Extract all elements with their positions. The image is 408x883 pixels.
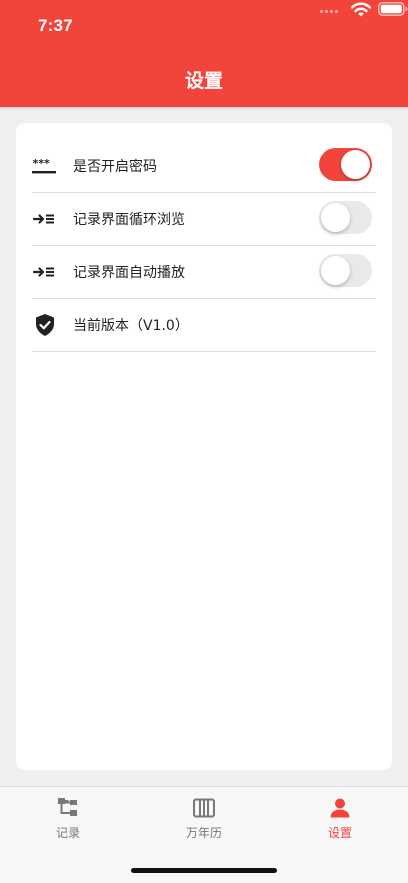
setting-label-version: 当前版本（V1.0） bbox=[73, 318, 189, 334]
setting-row-password: *** 是否开启密码 bbox=[32, 139, 376, 193]
setting-row-version[interactable]: 当前版本（V1.0） bbox=[32, 298, 376, 352]
shield-check-icon bbox=[36, 314, 54, 336]
person-icon bbox=[330, 798, 350, 818]
tab-calendar[interactable]: 万年历 bbox=[136, 787, 272, 847]
setting-label-loop-browse: 记录界面循环浏览 bbox=[73, 212, 185, 228]
calendar-columns-icon bbox=[193, 798, 215, 818]
app-screen: 7:37 设置 *** 是否开启密码 记录界面循环浏览 记录界面自动播放 当前版… bbox=[0, 0, 408, 883]
wifi-icon bbox=[351, 2, 371, 17]
autoplay-toggle[interactable] bbox=[319, 254, 372, 287]
status-time: 7:37 bbox=[38, 16, 73, 35]
setting-label-password: 是否开启密码 bbox=[73, 159, 157, 175]
tab-label: 记录 bbox=[55, 826, 80, 840]
setting-label-autoplay: 记录界面自动播放 bbox=[73, 265, 185, 281]
toggle-knob bbox=[321, 203, 350, 232]
indent-list-icon bbox=[32, 214, 54, 224]
header-bar: 7:37 设置 bbox=[0, 0, 408, 107]
signal-icon bbox=[320, 10, 342, 14]
tab-label: 设置 bbox=[327, 826, 352, 840]
tab-label: 万年历 bbox=[185, 826, 222, 840]
toggle-knob bbox=[321, 256, 350, 285]
settings-card: *** 是否开启密码 记录界面循环浏览 记录界面自动播放 当前版本（V1.0） bbox=[16, 123, 392, 770]
password-toggle[interactable] bbox=[319, 148, 372, 181]
tree-icon bbox=[58, 798, 77, 816]
page-title: 设置 bbox=[184, 71, 223, 92]
indent-list-icon bbox=[32, 267, 54, 277]
toggle-knob bbox=[341, 150, 370, 179]
tab-records[interactable]: 记录 bbox=[0, 787, 136, 847]
loop-browse-toggle[interactable] bbox=[319, 201, 372, 234]
setting-row-loop-browse: 记录界面循环浏览 bbox=[32, 192, 376, 246]
setting-row-autoplay: 记录界面自动播放 bbox=[32, 245, 376, 299]
svg-text:***: *** bbox=[33, 157, 51, 170]
password-dots-icon: *** bbox=[32, 157, 56, 174]
battery-icon bbox=[378, 2, 408, 16]
home-indicator bbox=[131, 868, 277, 873]
tab-settings[interactable]: 设置 bbox=[272, 787, 408, 847]
